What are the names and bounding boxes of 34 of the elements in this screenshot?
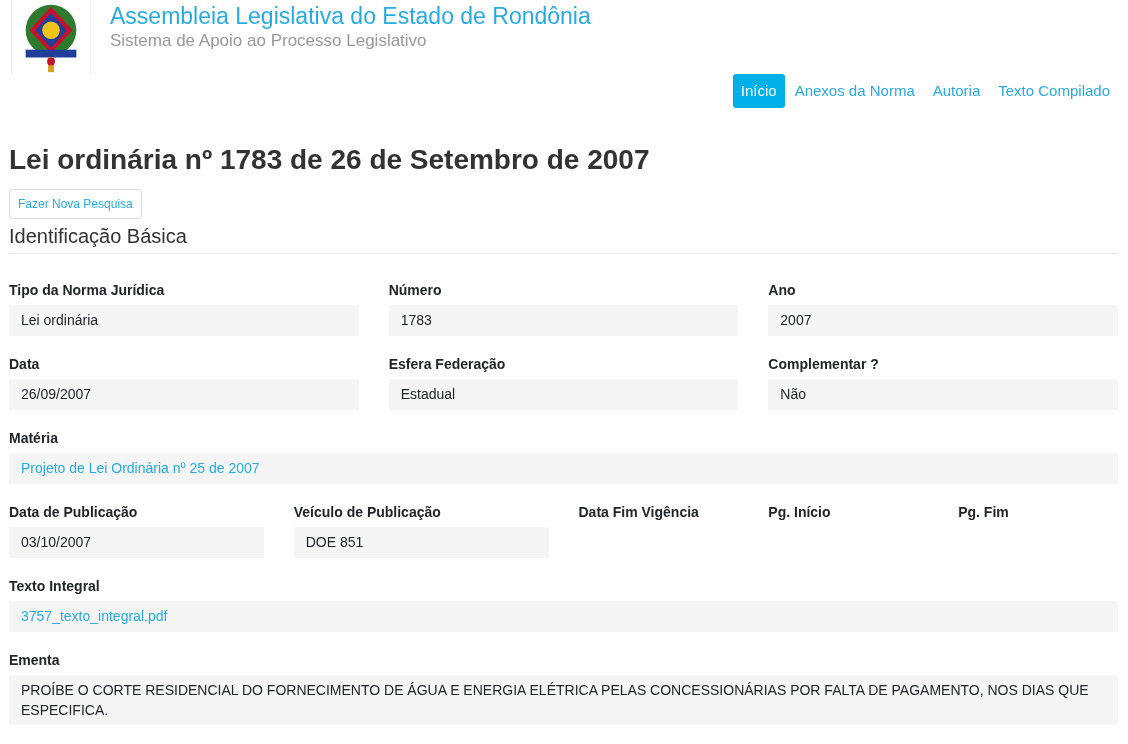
nav-tab[interactable]: Autoria <box>924 74 989 108</box>
field-label: Matéria <box>9 429 60 448</box>
field-label: Número <box>388 281 443 300</box>
site-title: Assembleia Legislativa do Estado de Rondônia <box>110 2 591 30</box>
field-label: Tipo da Norma Jurídica <box>9 281 166 300</box>
field-label: Data de Publicação <box>9 503 139 522</box>
field-value: Lei ordinária <box>9 305 359 336</box>
field-label: Data Fim Vigência <box>578 503 700 522</box>
field-value: PROÍBE O CORTE RESIDENCIAL DO FORNECIMENTO DE ÁGUA E ENERGIA ELÉTRICA PELAS CONCESSIONÁRIAS POR FALTA DE PAGAMENTO, NOS DIAS QUE ESPECIFICA. <box>9 675 1118 725</box>
field-label: Esfera Federação <box>388 355 507 374</box>
field-label: Pg. Início <box>768 503 832 522</box>
nav-tab[interactable]: Início <box>732 74 785 108</box>
site-subtitle: Sistema de Apoio ao Processo Legislativo <box>110 30 428 52</box>
page-title: Lei ordinária nº 1783 de 26 de Setembro de 2007 <box>9 143 651 177</box>
field-label: Complementar ? <box>768 355 880 374</box>
new-search-button[interactable]: Fazer Nova Pesquisa <box>9 189 142 219</box>
nav-tab[interactable]: Anexos da Norma <box>786 74 923 108</box>
field-value: 2007 <box>768 305 1118 336</box>
field-value: 1783 <box>388 305 739 336</box>
field-label: Data <box>9 355 41 374</box>
field-value-link[interactable]: 3757_texto_integral.pdf <box>9 601 1118 632</box>
field-label: Ementa <box>9 651 61 670</box>
field-label: Pg. Fim <box>958 503 1010 522</box>
field-value: Não <box>768 379 1118 410</box>
field-value: DOE 851 <box>293 527 549 558</box>
field-label: Ano <box>768 281 797 300</box>
field-value: 26/09/2007 <box>9 379 359 410</box>
field-label: Texto Integral <box>9 577 101 596</box>
field-value: Estadual <box>388 379 739 410</box>
field-label: Veículo de Publicação <box>293 503 442 522</box>
section-heading: Identificação Básica <box>9 222 1118 254</box>
nav-tab[interactable]: Texto Compilado <box>990 74 1118 108</box>
field-value-link[interactable]: Projeto de Lei Ordinária nº 25 de 2007 <box>9 453 1118 484</box>
field-value: 03/10/2007 <box>9 527 264 558</box>
